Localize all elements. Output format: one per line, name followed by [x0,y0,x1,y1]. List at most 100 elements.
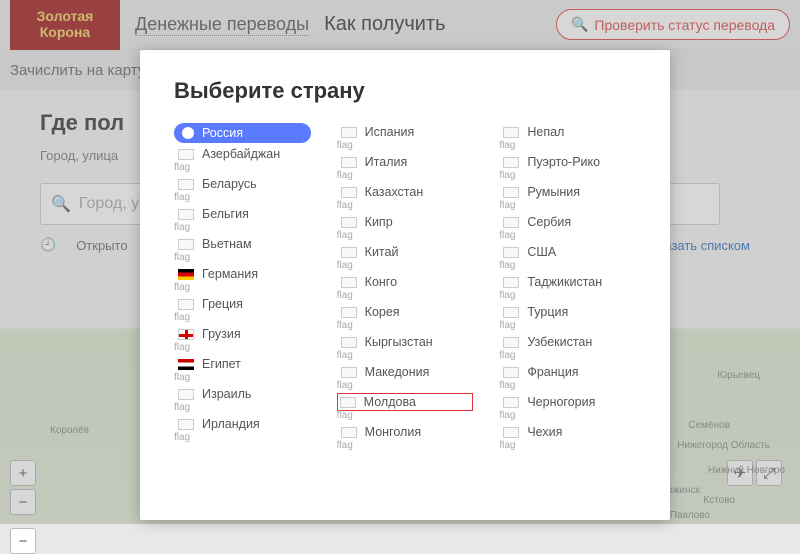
country-item[interactable]: Сербияflag [499,212,636,242]
country-item[interactable]: Кипрflag [337,212,474,242]
flag-label: flag [337,230,474,241]
country-col-2: ИспанияflagИталияflagКазахстанflagКипрfl… [337,122,474,452]
flag-label: flag [499,140,636,151]
country-item[interactable]: Узбекистанflag [499,332,636,362]
country-name: Черногория [527,395,595,409]
country-name: Узбекистан [527,335,592,349]
country-item[interactable]: Грецияflag [174,294,311,324]
flag-icon [503,187,519,198]
country-columns: РоссияАзербайджанflagБеларусьflagБельгия… [174,122,636,452]
flag-icon [182,127,194,139]
country-item[interactable]: Таджикистанflag [499,272,636,302]
country-item[interactable]: Италияflag [337,152,474,182]
flag-icon [341,217,357,228]
country-name: Сербия [527,215,571,229]
country-item[interactable]: Азербайджанflag [174,144,311,174]
flag-icon [178,299,194,310]
country-item[interactable]: Кыргызстанflag [337,332,474,362]
country-item[interactable]: Черногорияflag [499,392,636,422]
flag-label: flag [337,320,474,331]
flag-icon [178,329,194,340]
country-item[interactable]: Беларусьflag [174,174,311,204]
country-name: Македония [365,365,430,379]
country-item[interactable]: Францияflag [499,362,636,392]
country-item[interactable]: Конгоflag [337,272,474,302]
country-name: Испания [365,125,415,139]
flag-label: flag [174,402,311,413]
flag-icon [503,247,519,258]
flag-label: flag [337,260,474,271]
flag-label: flag [174,312,311,323]
country-item[interactable]: Пуэрто-Рикоflag [499,152,636,182]
country-item[interactable]: Молдоваflag [337,392,474,422]
country-name: Грузия [202,327,241,341]
country-name: Кипр [365,215,393,229]
country-name: Франция [527,365,578,379]
flag-label: flag [174,192,311,203]
flag-icon [341,367,357,378]
country-item[interactable]: Грузияflag [174,324,311,354]
country-item[interactable]: Египетflag [174,354,311,384]
flag-icon [341,157,357,168]
flag-label: flag [337,440,474,451]
flag-icon [503,367,519,378]
flag-icon [178,389,194,400]
country-name: Италия [365,155,408,169]
flag-icon [178,359,194,370]
country-item[interactable]: Румынияflag [499,182,636,212]
country-item[interactable]: Испанияflag [337,122,474,152]
flag-icon [341,427,357,438]
country-item[interactable]: Македонияflag [337,362,474,392]
flag-label: flag [337,170,474,181]
country-item[interactable]: Вьетнамflag [174,234,311,264]
flag-icon [503,217,519,228]
country-item[interactable]: Израильflag [174,384,311,414]
flag-label: flag [174,252,311,263]
country-item[interactable]: Россия [174,122,311,144]
country-name: Пуэрто-Рико [527,155,600,169]
country-item[interactable]: СШАflag [499,242,636,272]
flag-icon [503,427,519,438]
flag-label: flag [499,260,636,271]
country-modal: Выберите страну РоссияАзербайджанflagБел… [140,50,670,520]
flag-label: flag [499,320,636,331]
flag-label: flag [499,380,636,391]
country-item[interactable]: Турцияflag [499,302,636,332]
flag-icon [341,247,357,258]
flag-icon [178,209,194,220]
country-item[interactable]: Чехияflag [499,422,636,452]
flag-icon [178,269,194,280]
country-name: Кыргызстан [365,335,433,349]
flag-icon [503,337,519,348]
country-name: Таджикистан [527,275,602,289]
country-item[interactable]: Монголияflag [337,422,474,452]
country-name: Турция [527,305,568,319]
country-item[interactable]: Кореяflag [337,302,474,332]
country-item[interactable]: Ирландияflag [174,414,311,444]
flag-icon [178,179,194,190]
country-item[interactable]: Казахстанflag [337,182,474,212]
flag-label: flag [337,290,474,301]
country-item[interactable]: Бельгияflag [174,204,311,234]
country-item[interactable]: Китайflag [337,242,474,272]
flag-label: flag [174,342,311,353]
flag-icon [178,239,194,250]
country-item[interactable]: Непалflag [499,122,636,152]
zoom-out2-button[interactable]: − [10,528,36,554]
flag-label: flag [174,162,311,173]
flag-icon [503,127,519,138]
flag-icon [503,277,519,288]
country-name: Беларусь [202,177,257,191]
flag-label: flag [337,350,474,361]
country-item[interactable]: Германияflag [174,264,311,294]
flag-icon [178,149,194,160]
country-col-3: НепалflagПуэрто-РикоflagРумынияflagСерби… [499,122,636,452]
flag-label: flag [174,372,311,383]
flag-icon [503,397,519,408]
country-name: Монголия [365,425,421,439]
flag-label: flag [499,350,636,361]
flag-label: flag [499,290,636,301]
country-name: Молдова [364,395,416,409]
modal-title: Выберите страну [174,78,636,104]
flag-label: flag [174,222,311,233]
